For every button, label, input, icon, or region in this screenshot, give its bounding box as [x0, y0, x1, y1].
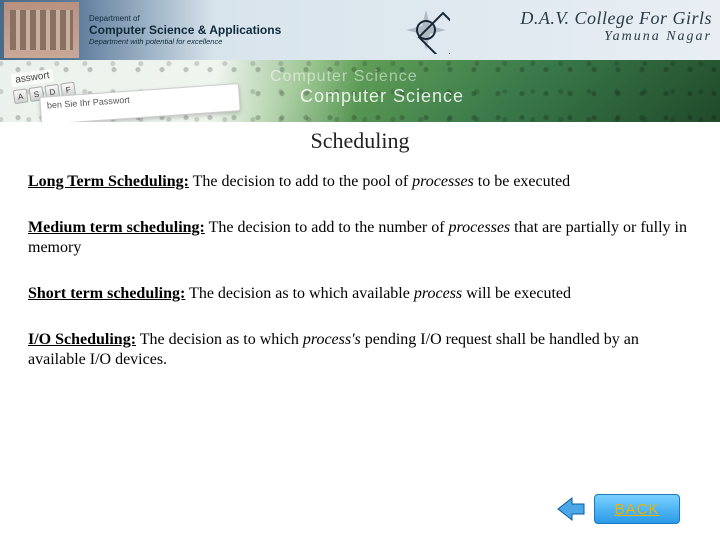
entry-term: Short term scheduling:	[28, 285, 185, 302]
content-area: Long Term Scheduling: The decision to ad…	[0, 172, 720, 370]
entry-text-ital: processes	[449, 219, 511, 236]
entry-text-pre: The decision as to which available	[185, 285, 414, 302]
entry-text-ital: process's	[303, 331, 361, 348]
page-title: Scheduling	[0, 128, 720, 154]
back-navigation[interactable]: BACK	[554, 494, 680, 524]
entry-text-post: will be executed	[462, 285, 571, 302]
sub-banner: asswort ASDF ben Sie Ihr Passwort Comput…	[0, 60, 720, 122]
dept-top-label: Department of	[89, 14, 281, 23]
entry-short-term: Short term scheduling: The decision as t…	[28, 284, 692, 304]
back-arrow-icon	[554, 494, 588, 524]
entry-long-term: Long Term Scheduling: The decision to ad…	[28, 172, 692, 192]
entry-text-pre: The decision to add to the number of	[205, 219, 449, 236]
entry-term: Medium term scheduling:	[28, 219, 205, 236]
entry-text-post: to be executed	[474, 173, 570, 190]
banner-text-bold: Computer Science	[300, 86, 464, 107]
dept-sub-label: Department with potential for excellence	[89, 37, 281, 46]
college-block: D.A.V. College For Girls Yamuna Nagar	[520, 8, 712, 45]
entry-text-pre: The decision to add to the pool of	[189, 173, 412, 190]
back-button[interactable]: BACK	[594, 494, 680, 524]
entry-text-pre: The decision as to which	[136, 331, 303, 348]
college-location: Yamuna Nagar	[520, 29, 712, 45]
entry-text-ital: processes	[412, 173, 474, 190]
building-thumbnail	[4, 2, 79, 58]
entry-term: Long Term Scheduling:	[28, 173, 189, 190]
dept-main-label: Computer Science & Applications	[89, 23, 281, 37]
banner-text-faded: Computer Science	[270, 68, 418, 86]
emblem-icon	[402, 6, 450, 54]
page-header: Department of Computer Science & Applica…	[0, 0, 720, 60]
entry-text-ital: process	[414, 285, 462, 302]
password-card-text: ben Sie Ihr Passwort	[47, 95, 131, 111]
entry-medium-term: Medium term scheduling: The decision to …	[28, 218, 692, 258]
back-button-label: BACK	[595, 495, 679, 523]
entry-term: I/O Scheduling:	[28, 331, 136, 348]
college-name: D.A.V. College For Girls	[520, 8, 712, 29]
entry-io: I/O Scheduling: The decision as to which…	[28, 330, 692, 370]
department-block: Department of Computer Science & Applica…	[89, 14, 281, 46]
